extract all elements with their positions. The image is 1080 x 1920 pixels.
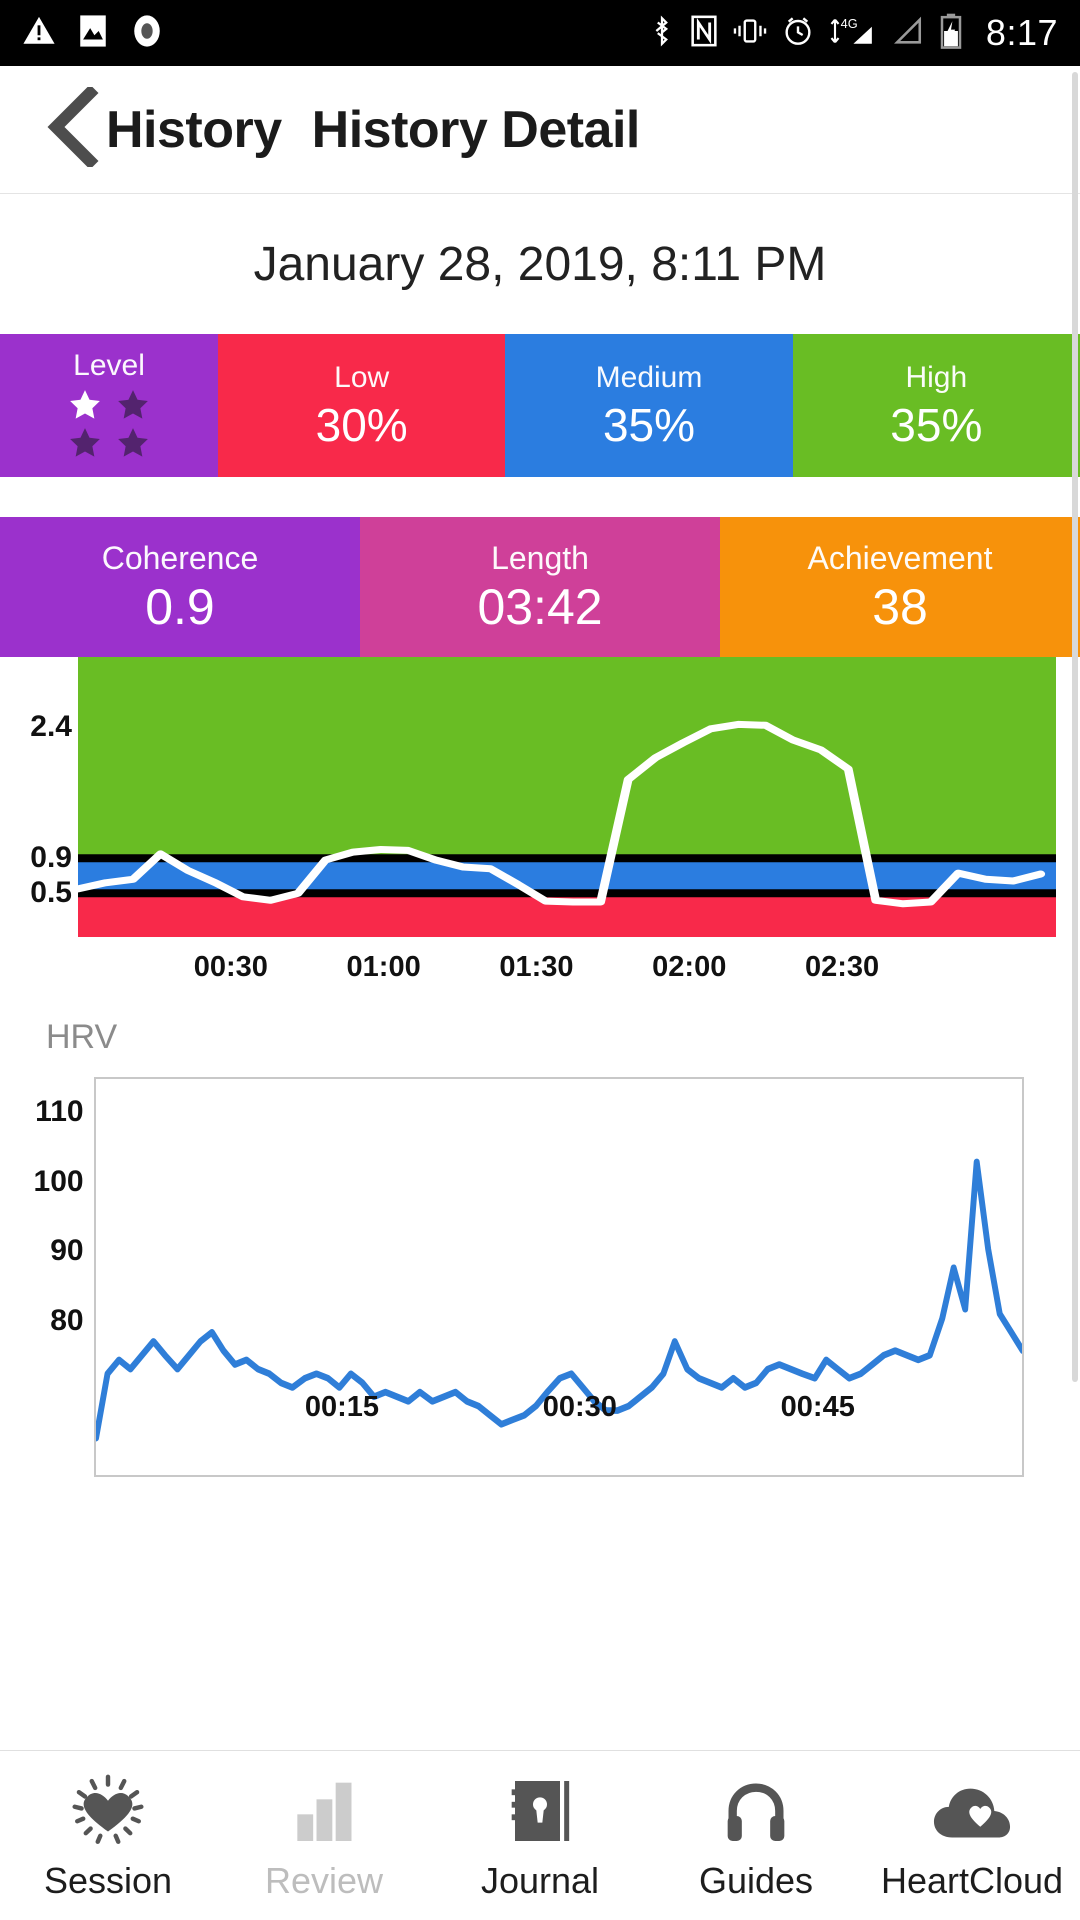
star-icon-filled [68, 388, 102, 422]
coherence-y-tick: 0.5 [30, 876, 72, 910]
session-date-row: January 28, 2019, 8:11 PM [0, 194, 1080, 334]
stats-row-metrics: Coherence 0.9 Length 03:42 Achievement 3… [0, 517, 1080, 657]
stat-card-coherence[interactable]: Coherence 0.9 [0, 517, 360, 657]
nav-item-heartcloud[interactable]: HeartCloud [864, 1770, 1080, 1902]
content-spacer [0, 1477, 1080, 1750]
hrv-y-tick: 80 [50, 1304, 83, 1338]
stat-value-achievement: 38 [872, 582, 928, 632]
app-screen: 4G 8:17 History [0, 0, 1080, 1920]
status-bar-left-icons [22, 14, 164, 53]
nav-item-guides[interactable]: Guides [648, 1770, 864, 1902]
nav-label-review: Review [265, 1860, 383, 1902]
stat-card-achievement[interactable]: Achievement 38 [720, 517, 1080, 657]
hrv-section-header: HRV [0, 997, 1080, 1077]
stat-value-length: 03:42 [477, 582, 602, 632]
vertical-scrollbar[interactable] [1072, 72, 1078, 1382]
stat-label-level: Level [73, 351, 145, 381]
stat-value-medium: 35% [603, 402, 695, 448]
session-date: January 28, 2019, 8:11 PM [254, 237, 827, 292]
coherence-y-tick: 2.4 [30, 710, 72, 744]
back-button-label: History [106, 100, 282, 160]
coherence-x-tick: 01:30 [499, 951, 573, 984]
stat-value-high: 35% [890, 402, 982, 448]
hrv-y-tick: 90 [50, 1234, 83, 1268]
svg-text:4G: 4G [841, 16, 858, 31]
journal-book-icon [500, 1770, 580, 1852]
stats-row-divider [0, 477, 1080, 517]
heart-rays-icon [67, 1770, 149, 1852]
hrv-x-tick: 00:30 [543, 1391, 617, 1424]
back-button[interactable]: History [46, 87, 282, 172]
star-icon-empty [116, 388, 150, 422]
hrv-chart-y-axis: 80 90 100 110 [0, 1077, 94, 1477]
nav-label-guides: Guides [699, 1860, 813, 1902]
stat-card-level[interactable]: Level [0, 334, 218, 477]
hrv-chart: 80 90 100 110 00:15 00:30 00:45 [0, 1077, 1080, 1477]
stat-label-medium: Medium [596, 363, 703, 393]
warning-triangle-icon [22, 14, 56, 53]
hrv-x-tick: 00:45 [781, 1391, 855, 1424]
coherence-chart-x-axis: 00:30 01:00 01:30 02:00 02:30 [78, 945, 1056, 997]
nav-item-session[interactable]: Session [0, 1770, 216, 1902]
stat-label-length: Length [491, 542, 589, 574]
app-header: History History Detail [0, 66, 1080, 194]
status-bar-right-icons: 4G 8:17 [649, 12, 1058, 54]
vibrate-icon [733, 15, 767, 52]
stat-label-high: High [905, 363, 967, 393]
stat-label-coherence: Coherence [102, 542, 259, 574]
star-icon-empty [68, 426, 102, 460]
coherence-x-tick: 01:00 [347, 951, 421, 984]
cloud-heart-icon [929, 1770, 1015, 1852]
bluetooth-icon [649, 14, 675, 53]
mobile-data-4g-icon: 4G [829, 14, 875, 53]
hrv-y-tick: 100 [34, 1165, 84, 1199]
status-bar: 4G 8:17 [0, 0, 1080, 66]
coherence-x-tick: 00:30 [194, 951, 268, 984]
coherence-x-tick: 02:30 [805, 951, 879, 984]
nav-label-journal: Journal [481, 1860, 599, 1902]
nav-label-session: Session [44, 1860, 172, 1902]
coherence-x-tick: 02:00 [652, 951, 726, 984]
stat-card-high[interactable]: High 35% [793, 334, 1080, 477]
coherence-y-tick: 0.9 [30, 841, 72, 875]
bar-chart-icon [284, 1770, 364, 1852]
nav-item-journal[interactable]: Journal [432, 1770, 648, 1902]
stat-label-achievement: Achievement [808, 542, 993, 574]
signal-bar-icon [890, 15, 924, 52]
bottom-navigation: Session Review [0, 1750, 1080, 1920]
stats-row-levels: Level Low 30% Medium 35% High 35% [0, 334, 1080, 477]
record-circle-icon [130, 14, 164, 53]
image-icon [78, 14, 108, 53]
battery-charging-icon [939, 13, 963, 54]
star-icon-empty [116, 426, 150, 460]
stat-value-coherence: 0.9 [145, 582, 215, 632]
chevron-left-icon [46, 87, 100, 172]
nav-label-heartcloud: HeartCloud [881, 1860, 1063, 1902]
stat-card-length[interactable]: Length 03:42 [360, 517, 720, 657]
stat-value-low: 30% [316, 402, 408, 448]
coherence-chart: 0.50.9 2.4 00:30 01:00 01:30 02:00 02:30 [0, 657, 1080, 997]
hrv-x-tick: 00:15 [305, 1391, 379, 1424]
status-bar-clock: 8:17 [986, 12, 1058, 54]
hrv-y-tick: 110 [35, 1095, 83, 1129]
headphones-icon [716, 1770, 796, 1852]
nfc-icon [690, 14, 718, 53]
alarm-icon [782, 15, 814, 52]
stat-card-low[interactable]: Low 30% [218, 334, 505, 477]
stat-label-low: Low [334, 363, 389, 393]
coherence-chart-y-axis: 0.50.9 2.4 [0, 657, 78, 997]
hrv-chart-x-axis: 00:15 00:30 00:45 [104, 1381, 1024, 1441]
nav-item-review[interactable]: Review [216, 1770, 432, 1902]
page-title: History Detail [312, 100, 640, 160]
stat-card-medium[interactable]: Medium 35% [505, 334, 792, 477]
hrv-chart-title: HRV [46, 1018, 117, 1057]
level-star-rating [68, 388, 150, 460]
